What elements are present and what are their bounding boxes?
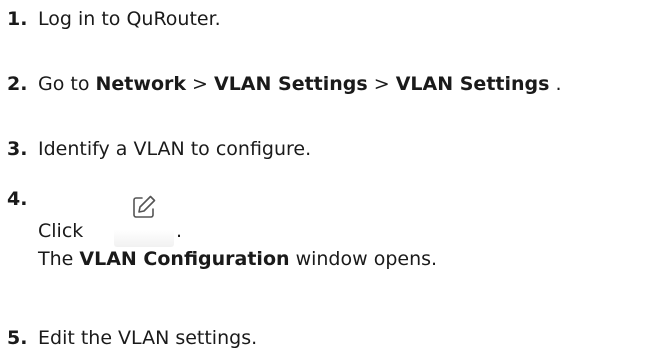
period: . bbox=[176, 220, 183, 242]
step-text: Log in to QuRouter. bbox=[38, 8, 221, 30]
menu-vlan-settings: VLAN Settings bbox=[214, 73, 368, 95]
result-prefix: The bbox=[38, 248, 80, 270]
step-number: 2. bbox=[7, 73, 28, 95]
step-2: 2. Go to Network > VLAN Settings > VLAN … bbox=[7, 71, 661, 97]
step-text-prefix: Go to bbox=[38, 73, 96, 95]
step-1: 1. Log in to QuRouter. bbox=[7, 6, 661, 32]
breadcrumb-separator: > bbox=[186, 73, 214, 95]
step-number: 4. bbox=[7, 188, 28, 210]
edit-button-image bbox=[114, 189, 174, 247]
step-3: 3. Identify a VLAN to configure. bbox=[7, 136, 661, 162]
click-label: Click bbox=[38, 220, 84, 242]
edit-icon bbox=[133, 195, 156, 218]
step-number: 3. bbox=[7, 138, 28, 160]
step-text: Edit the VLAN settings. bbox=[38, 327, 258, 349]
result-suffix: window opens. bbox=[289, 248, 438, 270]
click-instruction: Click . bbox=[38, 189, 661, 247]
step-text-suffix: . bbox=[549, 73, 562, 95]
menu-network: Network bbox=[95, 73, 186, 95]
step-5: 5. Edit the VLAN settings. bbox=[7, 325, 661, 351]
procedure-steps: 1. Log in to QuRouter. 2. Go to Network … bbox=[0, 0, 661, 351]
window-name: VLAN Configuration bbox=[79, 248, 290, 270]
step-text: Identify a VLAN to configure. bbox=[38, 138, 312, 160]
result-text: The VLAN Configuration window opens. bbox=[38, 246, 661, 272]
step-number: 5. bbox=[7, 327, 28, 349]
menu-vlan-settings-sub: VLAN Settings bbox=[395, 73, 550, 95]
breadcrumb-separator: > bbox=[367, 73, 396, 95]
step-number: 1. bbox=[7, 8, 28, 30]
step-4: 4. Click . The VLAN Configuration window… bbox=[7, 186, 661, 272]
